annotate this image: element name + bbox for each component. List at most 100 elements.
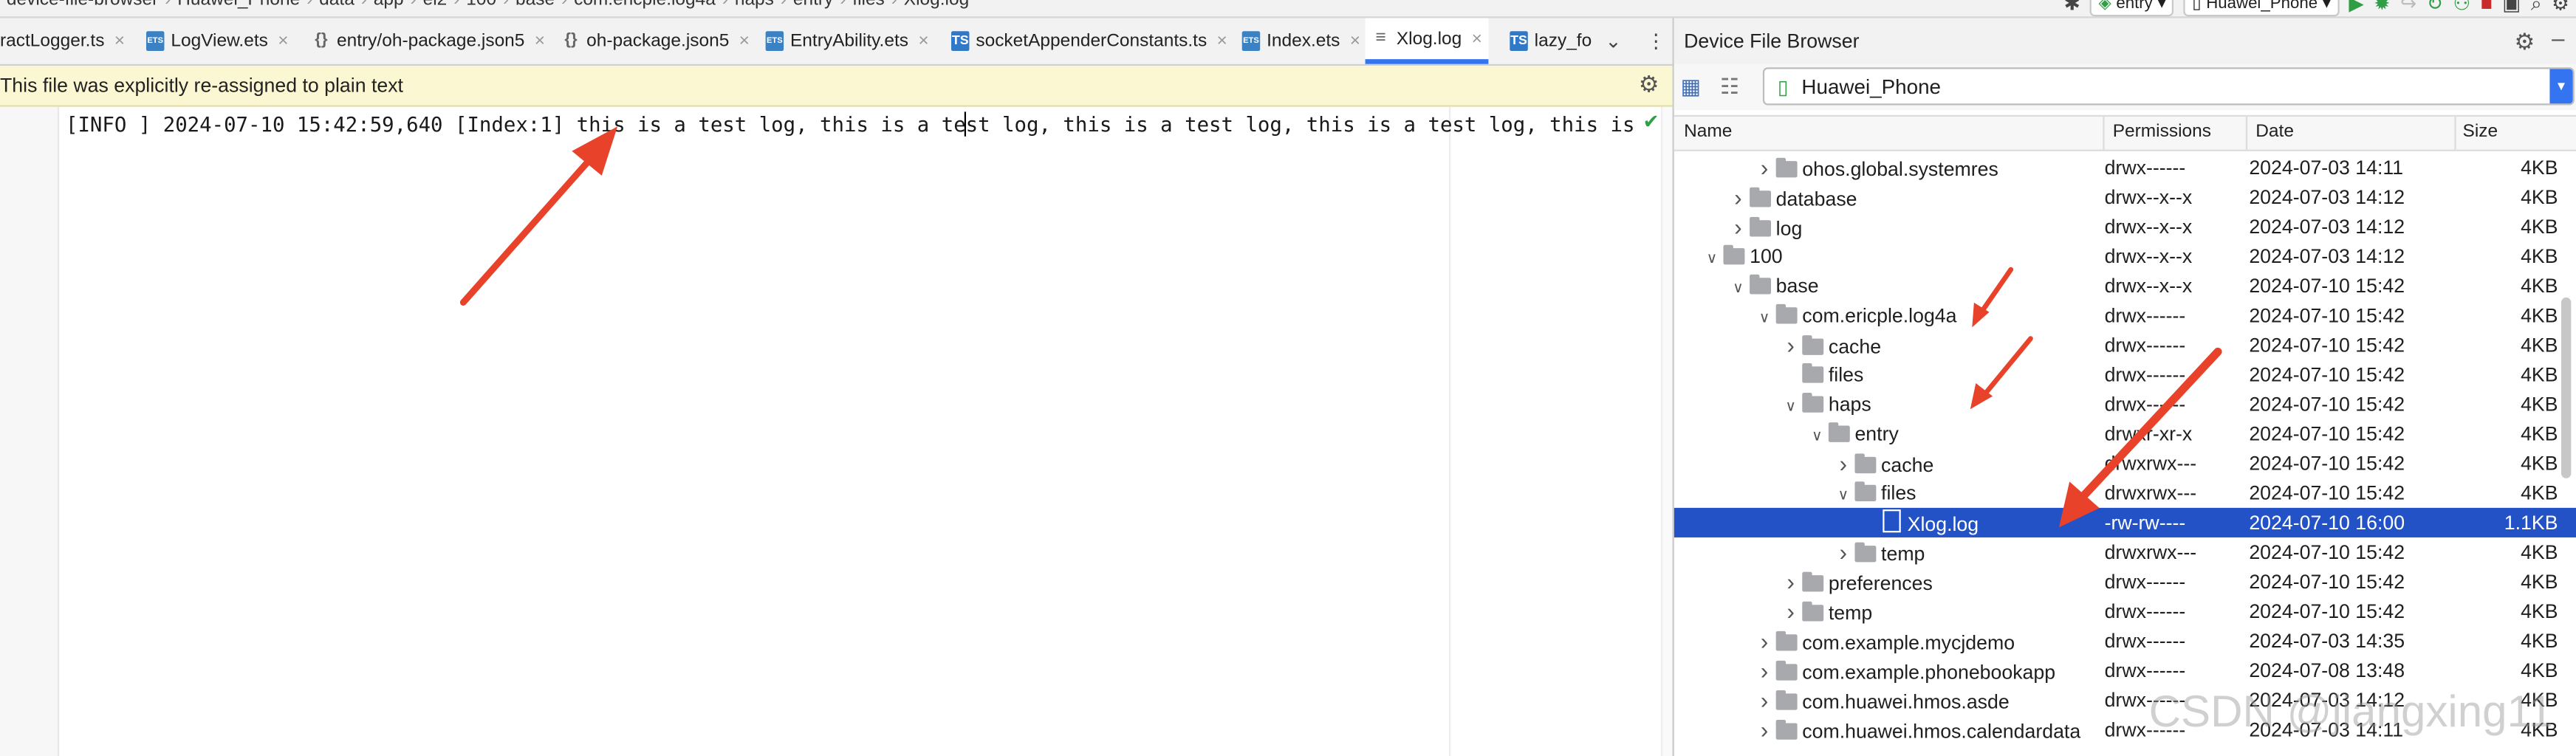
device-manager-icon[interactable]: ▣ bbox=[2502, 0, 2521, 15]
close-icon[interactable]: × bbox=[739, 31, 750, 51]
chevron-right-icon[interactable]: › bbox=[1835, 537, 1852, 567]
run-icon[interactable]: ▶ bbox=[2349, 0, 2364, 15]
file-tree-row[interactable]: ∨ haps drwx------ 2024-07-10 15:42 4KB bbox=[1674, 390, 2576, 419]
breadcrumb-item[interactable]: app bbox=[374, 0, 404, 10]
file-tree-row[interactable]: › temp drwxrwx--- 2024-07-10 15:42 4KB bbox=[1674, 537, 2576, 567]
stop-icon[interactable]: ■ bbox=[2481, 0, 2493, 15]
editor-tab[interactable]: ETS EntryAbility.ets × bbox=[759, 18, 936, 63]
breadcrumb-item[interactable]: files bbox=[852, 0, 885, 10]
close-icon[interactable]: × bbox=[1217, 31, 1227, 51]
breadcrumb-item[interactable]: Xlog.log bbox=[904, 0, 969, 10]
file-name: preferences bbox=[1828, 571, 1933, 595]
chevron-right-icon[interactable]: › bbox=[1835, 449, 1852, 478]
close-icon[interactable]: × bbox=[1350, 31, 1360, 51]
file-tree-scrollbar[interactable] bbox=[2560, 297, 2572, 478]
settings-icon[interactable]: ⚙ bbox=[2552, 0, 2569, 15]
file-tree-row[interactable]: › temp drwx------ 2024-07-10 15:42 4KB bbox=[1674, 597, 2576, 626]
breadcrumb-item[interactable]: data bbox=[319, 0, 354, 10]
editor-tab[interactable]: TS socketAppenderConstants.ts × bbox=[945, 18, 1234, 63]
editor-tab[interactable]: ETS Index.ets × bbox=[1236, 18, 1367, 63]
chevron-right-icon[interactable]: › bbox=[1756, 153, 1772, 182]
breadcrumb-item[interactable]: base bbox=[515, 0, 555, 10]
bug-icon[interactable]: ✱ bbox=[2064, 0, 2080, 15]
file-tree-row[interactable]: files drwx------ 2024-07-10 15:42 4KB bbox=[1674, 360, 2576, 390]
chevron-down-icon[interactable]: ∨ bbox=[1704, 243, 1720, 271]
file-tree-row[interactable]: › com.example.mycjdemo drwx------ 2024-07-0… bbox=[1674, 626, 2576, 656]
device-dropdown[interactable]: ▯ Huawei_Phone ▾ bbox=[1762, 67, 2575, 106]
chevron-right-icon[interactable]: › bbox=[1783, 567, 1799, 597]
column-divider[interactable] bbox=[2454, 117, 2456, 150]
breadcrumb-item[interactable]: device-file-browser bbox=[7, 0, 158, 10]
file-tree-row[interactable]: › ohos.global.systemres drwx------ 2024-07-… bbox=[1674, 153, 2576, 182]
breadcrumb-item[interactable]: com.ericple.log4a bbox=[574, 0, 716, 10]
column-divider[interactable] bbox=[2245, 117, 2248, 150]
editor-tab[interactable]: {} entry/oh-package.json5 × bbox=[306, 18, 552, 63]
editor-tab[interactable]: TS lazy_fo bbox=[1503, 18, 1598, 63]
chevron-down-icon[interactable]: ⌄ bbox=[1605, 18, 1621, 63]
minimize-icon[interactable]: – bbox=[2552, 24, 2564, 51]
folder-icon bbox=[1802, 571, 1824, 592]
close-icon[interactable]: × bbox=[1472, 29, 1482, 49]
log-line[interactable]: [INFO ] 2024-07-10 15:42:59,640 [Index:1… bbox=[66, 110, 1640, 140]
chevron-down-icon[interactable]: ∨ bbox=[1730, 273, 1746, 301]
file-tree-row[interactable]: ∨ com.ericple.log4a drwx------ 2024-07-10 1… bbox=[1674, 300, 2576, 330]
file-tree-row[interactable]: › com.example.phonebookapp drwx------ 2024-… bbox=[1674, 656, 2576, 685]
file-tree-row[interactable]: ∨ base drwx--x--x 2024-07-10 15:42 4KB bbox=[1674, 271, 2576, 300]
gear-icon[interactable]: ⚙ bbox=[1639, 71, 1659, 99]
file-tree-row[interactable]: › cache drwx------ 2024-07-10 15:42 4KB bbox=[1674, 330, 2576, 360]
column-size[interactable]: Size bbox=[2463, 122, 2498, 142]
chevron-right-icon[interactable]: › bbox=[1783, 330, 1799, 360]
close-icon[interactable]: × bbox=[918, 31, 928, 51]
chevron-right-icon[interactable]: › bbox=[1730, 182, 1746, 212]
more-options-icon[interactable]: ⋮ bbox=[1646, 18, 1666, 63]
search-icon[interactable]: ⌕ bbox=[2531, 0, 2542, 16]
rerun-icon[interactable]: ↻ bbox=[2427, 0, 2443, 15]
chevron-down-icon[interactable]: ∨ bbox=[1835, 480, 1852, 508]
file-tree-row[interactable]: › cache drwxrwx--- 2024-07-10 15:42 4KB bbox=[1674, 449, 2576, 478]
editor-tab[interactable]: ractLogger.ts × bbox=[0, 18, 131, 63]
chevron-down-icon[interactable]: ▾ bbox=[2549, 69, 2573, 104]
chevron-right-icon[interactable]: › bbox=[1756, 626, 1772, 656]
code-editor[interactable]: [INFO ] 2024-07-10 15:42:59,640 [Index:1… bbox=[0, 106, 1674, 756]
chevron-down-icon[interactable]: ∨ bbox=[1783, 391, 1799, 419]
chevron-right-icon[interactable]: › bbox=[1730, 212, 1746, 241]
column-date[interactable]: Date bbox=[2255, 122, 2294, 142]
breadcrumb-item[interactable]: 100 bbox=[466, 0, 496, 10]
editor-tab[interactable]: ≡ Xlog.log × bbox=[1365, 18, 1489, 64]
editor-tab[interactable]: ETS LogView.ets × bbox=[140, 18, 295, 63]
chevron-right-icon[interactable]: › bbox=[1756, 656, 1772, 685]
close-icon[interactable]: × bbox=[535, 31, 545, 51]
chevron-right-icon[interactable]: › bbox=[1783, 597, 1799, 626]
text-caret bbox=[964, 111, 967, 137]
file-tree-row[interactable]: ∨ 100 drwx--x--x 2024-07-03 14:12 4KB bbox=[1674, 241, 2576, 271]
attach-debugger-icon[interactable]: ↪ bbox=[2400, 0, 2416, 15]
device-selector[interactable]: ▯ Huawei_Phone ▾ bbox=[2184, 0, 2340, 16]
column-permissions[interactable]: Permissions bbox=[2113, 122, 2211, 142]
tree-view-icon[interactable]: ☷ bbox=[1720, 74, 1739, 100]
debug-icon[interactable]: ✹ bbox=[2374, 0, 2390, 15]
file-date: 2024-07-03 14:12 bbox=[2249, 185, 2405, 209]
file-tree-row[interactable]: ∨ entry drwxr-xr-x 2024-07-10 15:42 4KB bbox=[1674, 419, 2576, 449]
file-tree-row[interactable]: › database drwx--x--x 2024-07-03 14:12 4KB bbox=[1674, 182, 2576, 212]
gear-icon[interactable]: ⚙ bbox=[2514, 28, 2535, 56]
file-tree-row[interactable]: Xlog.log -rw-rw---- 2024-07-10 16:00 1.1KB bbox=[1674, 507, 2576, 537]
breadcrumb-item[interactable]: haps bbox=[735, 0, 774, 10]
run-config-selector[interactable]: ◈ entry ▾ bbox=[2090, 0, 2174, 16]
close-icon[interactable]: × bbox=[278, 31, 288, 51]
chevron-down-icon[interactable]: ∨ bbox=[1809, 421, 1825, 449]
editor-tab[interactable]: {} oh-package.json5 × bbox=[555, 18, 756, 63]
profile-icon[interactable]: ⚇ bbox=[2453, 0, 2470, 15]
file-tree-row[interactable]: ∨ files drwxrwx--- 2024-07-10 15:42 4KB bbox=[1674, 478, 2576, 508]
chevron-right-icon[interactable]: › bbox=[1756, 685, 1772, 715]
file-tree-row[interactable]: › preferences drwx------ 2024-07-10 15:42 4K… bbox=[1674, 567, 2576, 597]
breadcrumb-item[interactable]: Huawei_Phone bbox=[177, 0, 300, 10]
breadcrumb-item[interactable]: el2 bbox=[423, 0, 448, 10]
column-divider[interactable] bbox=[2103, 117, 2105, 150]
chevron-right-icon[interactable]: › bbox=[1756, 715, 1772, 744]
grid-view-icon[interactable]: ▦ bbox=[1681, 74, 1701, 100]
close-icon[interactable]: × bbox=[114, 31, 125, 51]
breadcrumb-item[interactable]: entry bbox=[793, 0, 833, 10]
column-name[interactable]: Name bbox=[1684, 122, 1732, 142]
file-tree-row[interactable]: › log drwx--x--x 2024-07-03 14:12 4KB bbox=[1674, 212, 2576, 241]
chevron-down-icon[interactable]: ∨ bbox=[1756, 303, 1772, 331]
